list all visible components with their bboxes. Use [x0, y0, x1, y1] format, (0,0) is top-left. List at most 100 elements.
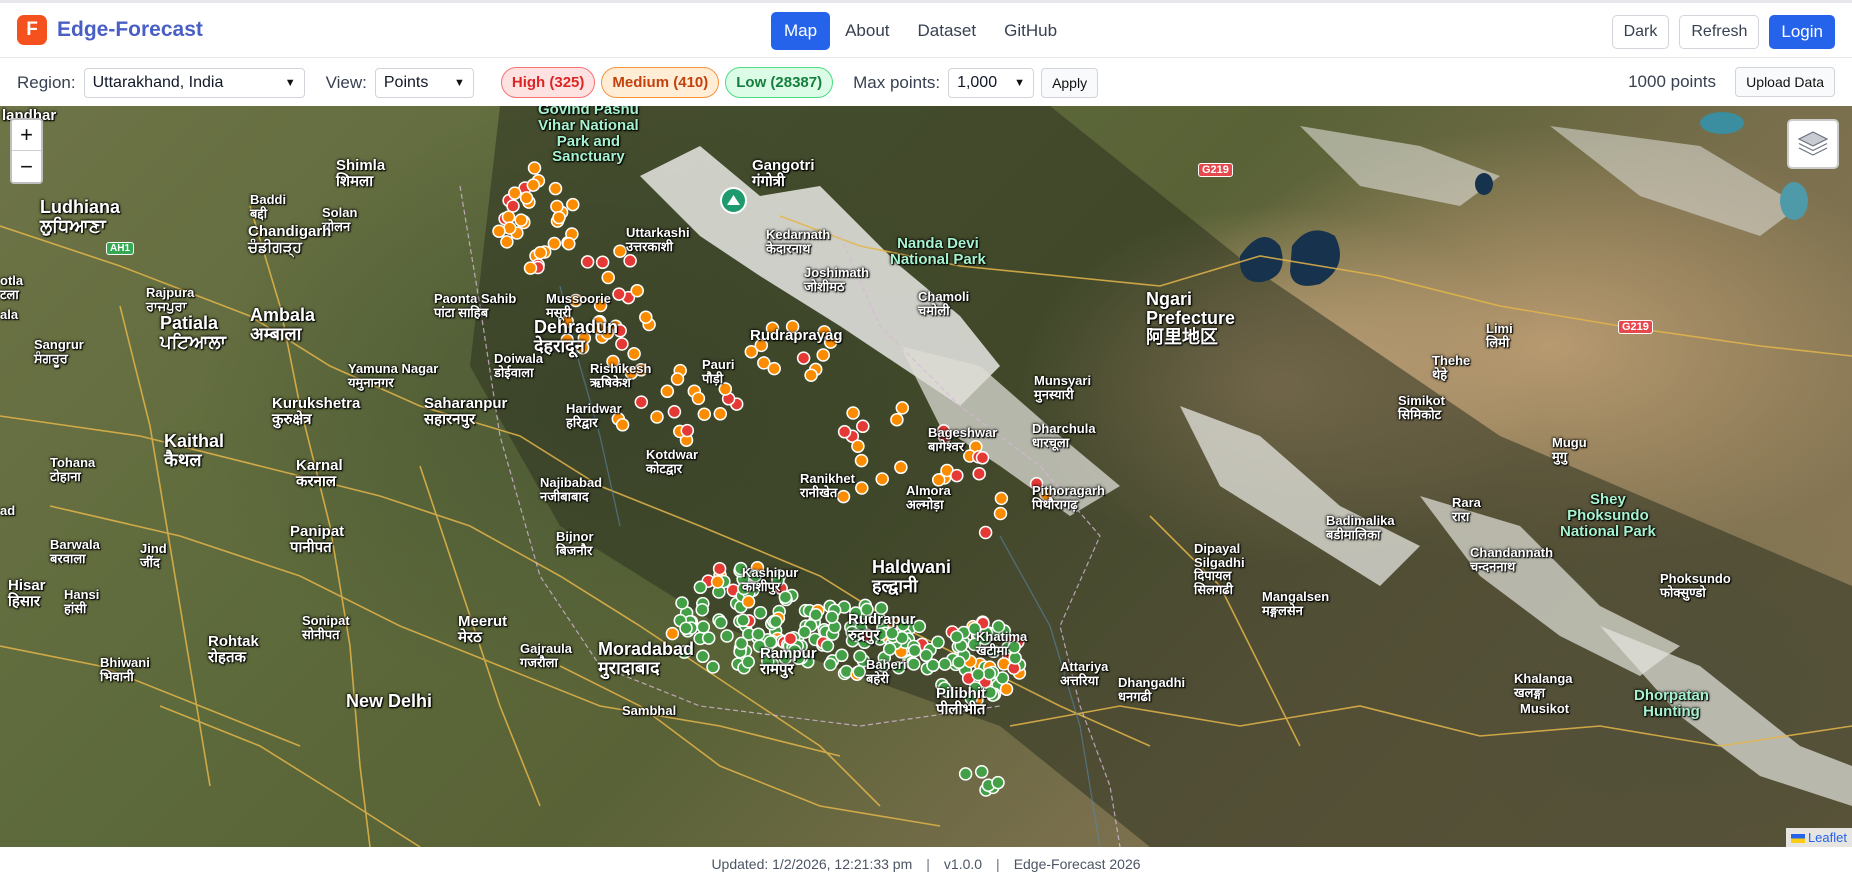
dark-mode-button[interactable]: Dark	[1611, 15, 1670, 49]
risk-point-marker[interactable]	[890, 412, 904, 427]
view-select[interactable]: Points ▼	[374, 67, 474, 98]
risk-point-marker[interactable]	[882, 642, 897, 656]
risk-point-marker[interactable]	[751, 627, 766, 641]
risk-point-marker[interactable]	[695, 602, 709, 617]
nav-github[interactable]: GitHub	[991, 12, 1070, 50]
risk-point-marker[interactable]	[855, 481, 869, 495]
risk-point-marker[interactable]	[712, 561, 727, 576]
risk-point-marker[interactable]	[741, 595, 756, 609]
risk-point-marker[interactable]	[701, 631, 716, 645]
risk-point-marker[interactable]	[519, 191, 534, 205]
risk-point-marker[interactable]	[697, 407, 712, 421]
risk-point-marker[interactable]	[958, 767, 973, 781]
risk-point-marker[interactable]	[949, 630, 964, 644]
risk-point-marker[interactable]	[797, 625, 812, 639]
risk-point-marker[interactable]	[675, 596, 689, 610]
risk-point-marker[interactable]	[660, 384, 675, 399]
risk-point-marker[interactable]	[550, 199, 564, 214]
risk-point-marker[interactable]	[714, 615, 728, 630]
risk-point-marker[interactable]	[665, 626, 680, 641]
risk-point-marker[interactable]	[566, 197, 580, 212]
risk-point-marker[interactable]	[741, 655, 755, 669]
medium-risk-filter-pill[interactable]: Medium (410)	[601, 67, 720, 98]
risk-point-marker[interactable]	[974, 765, 989, 779]
layers-button[interactable]	[1787, 119, 1839, 169]
risk-point-marker[interactable]	[767, 361, 781, 376]
risk-point-marker[interactable]	[696, 649, 710, 664]
risk-point-marker[interactable]	[523, 261, 538, 275]
low-risk-filter-pill[interactable]: Low (28387)	[725, 67, 834, 98]
risk-point-marker[interactable]	[895, 401, 910, 415]
risk-point-marker[interactable]	[514, 213, 528, 227]
risk-point-marker[interactable]	[825, 610, 839, 624]
risk-point-marker[interactable]	[679, 621, 693, 635]
risk-point-marker[interactable]	[753, 605, 768, 620]
max-points-select[interactable]: 1,000 ▼	[948, 67, 1035, 98]
risk-point-marker[interactable]	[837, 425, 852, 439]
risk-point-marker[interactable]	[835, 648, 849, 663]
risk-point-marker[interactable]	[696, 620, 711, 634]
refresh-button[interactable]: Refresh	[1679, 15, 1760, 49]
risk-point-marker[interactable]	[691, 391, 706, 406]
risk-point-marker[interactable]	[627, 347, 641, 361]
risk-point-marker[interactable]	[994, 491, 1009, 506]
risk-point-marker[interactable]	[670, 372, 685, 386]
risk-point-marker[interactable]	[907, 643, 922, 658]
map-attribution[interactable]: Leaflet	[1785, 828, 1852, 847]
risk-point-marker[interactable]	[601, 270, 615, 285]
risk-point-marker[interactable]	[894, 460, 908, 475]
risk-point-marker[interactable]	[492, 224, 506, 238]
risk-point-marker[interactable]	[548, 181, 563, 196]
risk-point-marker[interactable]	[907, 657, 921, 671]
risk-point-marker[interactable]	[710, 575, 725, 589]
risk-point-marker[interactable]	[769, 614, 783, 629]
risk-point-marker[interactable]	[630, 283, 644, 298]
zoom-in-button[interactable]: +	[12, 120, 41, 151]
risk-point-marker[interactable]	[820, 639, 835, 653]
risk-point-marker[interactable]	[500, 235, 514, 249]
risk-point-marker[interactable]	[562, 236, 576, 251]
risk-point-marker[interactable]	[975, 451, 990, 465]
risk-point-marker[interactable]	[720, 629, 734, 643]
risk-point-marker[interactable]	[612, 287, 626, 301]
risk-point-marker[interactable]	[852, 665, 866, 679]
risk-point-marker[interactable]	[634, 395, 649, 409]
risk-point-marker[interactable]	[639, 310, 653, 324]
risk-point-marker[interactable]	[713, 407, 728, 421]
risk-point-marker[interactable]	[938, 657, 952, 671]
risk-point-marker[interactable]	[508, 186, 522, 200]
risk-point-marker[interactable]	[982, 666, 997, 681]
risk-point-marker[interactable]	[983, 685, 997, 700]
risk-point-marker[interactable]	[926, 658, 940, 673]
risk-point-marker[interactable]	[547, 236, 562, 251]
risk-point-marker[interactable]	[706, 660, 720, 674]
risk-point-marker[interactable]	[613, 244, 627, 258]
risk-point-marker[interactable]	[650, 410, 664, 424]
zoom-out-button[interactable]: −	[12, 151, 41, 182]
nav-dataset[interactable]: Dataset	[905, 12, 990, 50]
mountain-pin-icon[interactable]	[720, 187, 747, 214]
risk-point-marker[interactable]	[851, 439, 865, 453]
risk-point-marker[interactable]	[999, 682, 1014, 696]
risk-point-marker[interactable]	[853, 649, 867, 664]
risk-point-marker[interactable]	[506, 199, 520, 213]
risk-point-marker[interactable]	[783, 631, 798, 646]
risk-point-marker[interactable]	[580, 255, 595, 269]
high-risk-filter-pill[interactable]: High (325)	[500, 67, 596, 98]
risk-point-marker[interactable]	[931, 635, 945, 650]
risk-point-marker[interactable]	[952, 655, 966, 670]
risk-point-marker[interactable]	[533, 245, 548, 260]
risk-point-marker[interactable]	[993, 506, 1008, 521]
region-select[interactable]: Uttarakhand, India ▼	[83, 67, 305, 98]
risk-point-marker[interactable]	[595, 255, 610, 270]
risk-point-marker[interactable]	[804, 368, 818, 382]
risk-point-marker[interactable]	[971, 667, 985, 682]
risk-point-marker[interactable]	[856, 419, 870, 434]
nav-about[interactable]: About	[832, 12, 902, 50]
risk-point-marker[interactable]	[991, 775, 1005, 790]
risk-point-marker[interactable]	[501, 210, 516, 224]
risk-point-marker[interactable]	[667, 405, 682, 419]
risk-point-marker[interactable]	[552, 210, 566, 225]
risk-point-marker[interactable]	[854, 453, 869, 468]
risk-point-marker[interactable]	[526, 178, 541, 192]
